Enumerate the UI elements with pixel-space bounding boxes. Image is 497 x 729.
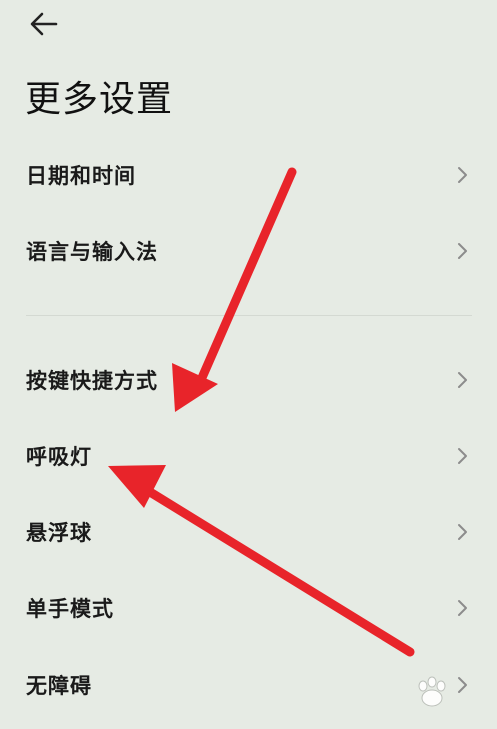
chevron-right-icon: [458, 524, 467, 540]
settings-item-notification-light[interactable]: 呼吸灯: [0, 420, 497, 492]
settings-item-label: 按键快捷方式: [26, 369, 158, 393]
back-button[interactable]: [26, 8, 62, 40]
settings-item-button-shortcuts[interactable]: 按键快捷方式: [0, 344, 497, 416]
settings-item-label: 日期和时间: [26, 164, 136, 188]
chevron-right-icon: [458, 677, 467, 693]
settings-item-one-handed-mode[interactable]: 单手模式: [0, 572, 497, 644]
settings-item-label: 无障碍: [26, 674, 92, 698]
chevron-right-icon: [458, 167, 467, 183]
settings-item-label: 悬浮球: [26, 521, 92, 545]
settings-item-label: 单手模式: [26, 597, 114, 621]
chevron-right-icon: [458, 243, 467, 259]
chevron-right-icon: [458, 372, 467, 388]
settings-item-language-input[interactable]: 语言与输入法: [0, 215, 497, 287]
settings-item-label: 呼吸灯: [26, 445, 92, 469]
section-divider: [26, 315, 472, 316]
chevron-right-icon: [458, 600, 467, 616]
settings-item-floating-ball[interactable]: 悬浮球: [0, 496, 497, 568]
page-title: 更多设置: [25, 79, 174, 120]
settings-item-accessibility[interactable]: 无障碍: [0, 649, 497, 721]
settings-item-date-time[interactable]: 日期和时间: [0, 139, 497, 211]
back-arrow-icon: [30, 12, 58, 36]
chevron-right-icon: [458, 448, 467, 464]
settings-item-label: 语言与输入法: [26, 240, 158, 264]
